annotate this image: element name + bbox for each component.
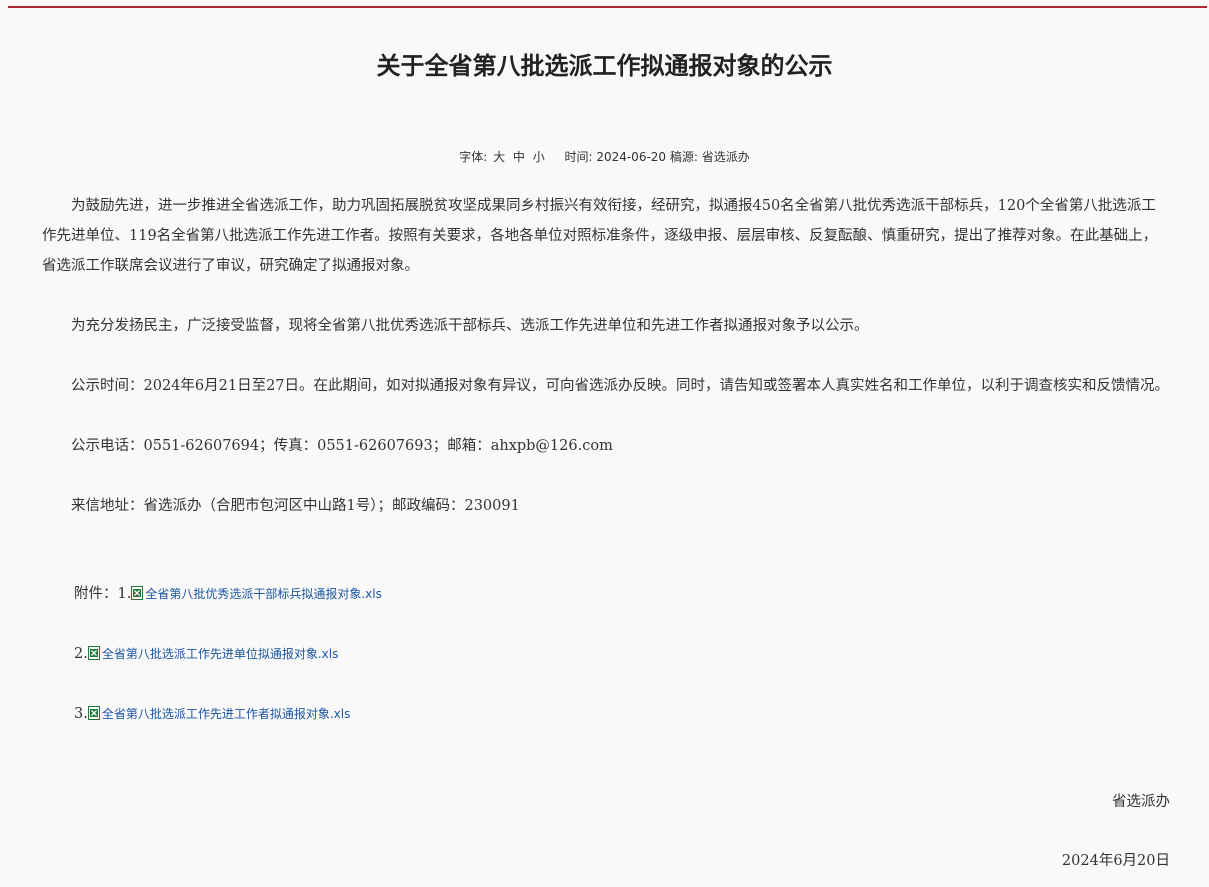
- article-meta: 字体: 大 中 小 时间: 2024-06-20 稿源: 省选派办: [0, 148, 1209, 166]
- attachments-label: 附件：: [74, 586, 118, 602]
- attachment-item: 附件：1. 全省第八批优秀选派干部标兵拟通报对象.xls: [74, 583, 382, 605]
- publish-date: 2024-06-20: [596, 150, 667, 164]
- attachment-link[interactable]: 全省第八批选派工作先进单位拟通报对象.xls: [102, 647, 339, 661]
- page: 关于全省第八批选派工作拟通报对象的公示 字体: 大 中 小 时间: 2024-0…: [0, 0, 1209, 887]
- source-label: 稿源:: [669, 150, 698, 164]
- attachment-number: 1.: [117, 586, 132, 602]
- excel-file-icon: [131, 586, 144, 600]
- signature: 省选派办: [1112, 794, 1170, 810]
- font-size-large-button[interactable]: 大: [493, 150, 505, 164]
- signature-date: 2024年6月20日: [1061, 853, 1170, 869]
- attachment-item: 3. 全省第八批选派工作先进工作者拟通报对象.xls: [74, 703, 350, 725]
- excel-file-icon: [87, 706, 100, 720]
- font-size-label: 字体:: [459, 150, 488, 164]
- attachment-number: 3.: [74, 706, 88, 722]
- font-size-medium-button[interactable]: 中: [513, 150, 525, 164]
- header-divider: [8, 6, 1207, 8]
- article-title: 关于全省第八批选派工作拟通报对象的公示: [376, 52, 833, 80]
- paragraph-address: 来信地址：省选派办（合肥市包河区中山路1号）；邮政编码：230091: [71, 498, 520, 514]
- paragraph-period: 公示时间：2024年6月21日至27日。在此期间，如对拟通报对象有异议，可向省选…: [71, 378, 1170, 394]
- source-value: 省选派办: [701, 150, 750, 164]
- attachment-item: 2. 全省第八批选派工作先进单位拟通报对象.xls: [74, 643, 338, 665]
- excel-file-icon: [87, 646, 100, 660]
- font-size-small-button[interactable]: 小: [533, 150, 545, 164]
- article-body: 为鼓励先进，进一步推进全省选派工作，助力巩固拓展脱贫攻坚成果同乡村振兴有效衔接，…: [42, 191, 1170, 521]
- paragraph-purpose: 为充分发扬民主，广泛接受监督，现将全省第八批优秀选派干部标兵、选派工作先进单位和…: [71, 318, 869, 334]
- attachment-number: 2.: [74, 646, 88, 662]
- attachment-link[interactable]: 全省第八批优秀选派干部标兵拟通报对象.xls: [145, 587, 382, 601]
- paragraph-intro: 为鼓励先进，进一步推进全省选派工作，助力巩固拓展脱贫攻坚成果同乡村振兴有效衔接，…: [42, 198, 1158, 274]
- attachment-link[interactable]: 全省第八批选派工作先进工作者拟通报对象.xls: [102, 707, 351, 721]
- time-label: 时间:: [564, 150, 593, 164]
- paragraph-contact: 公示电话：0551-62607694；传真：0551-62607693；邮箱：a…: [71, 438, 613, 454]
